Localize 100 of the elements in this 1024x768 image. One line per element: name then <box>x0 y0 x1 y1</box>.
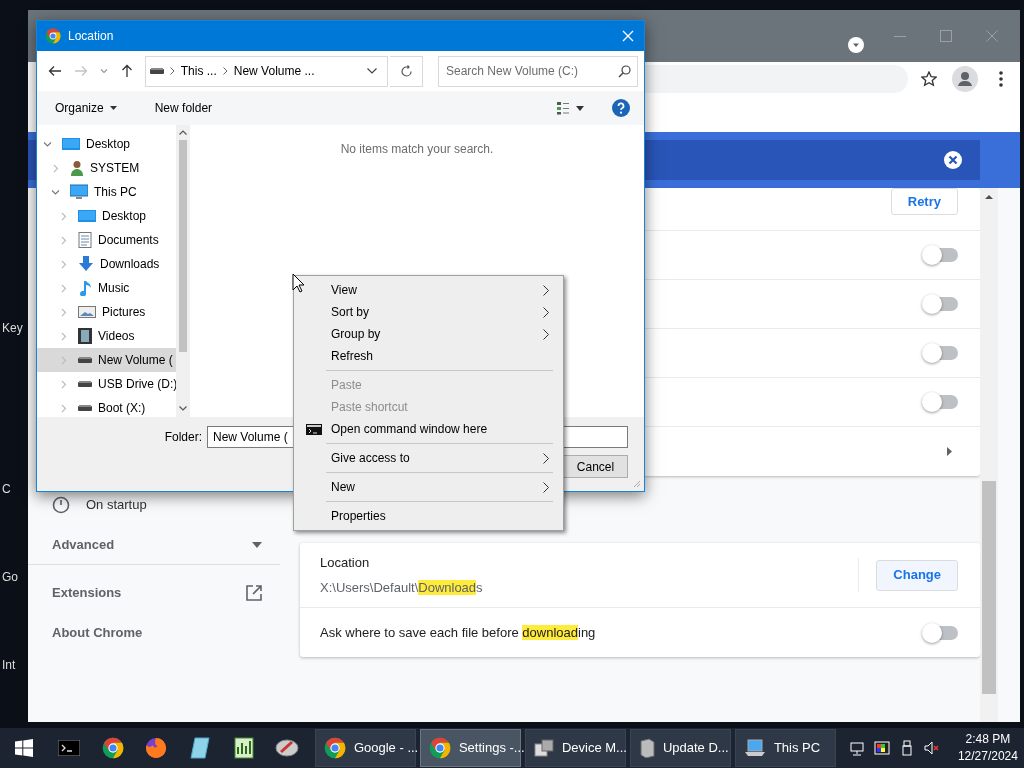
search-icon <box>618 64 631 78</box>
organize-menu-button[interactable]: Organize <box>47 96 125 120</box>
computer-device-icon <box>533 738 554 758</box>
tree-item[interactable]: Music <box>37 276 176 300</box>
disc-tool-icon <box>275 738 300 758</box>
chevron-right-icon <box>222 67 228 75</box>
profile-button[interactable] <box>950 64 980 94</box>
close-icon <box>944 151 962 169</box>
toggle-switch[interactable] <box>924 346 958 360</box>
search-field[interactable]: Search New Volume (C:) <box>438 55 638 87</box>
retry-button[interactable]: Retry <box>890 188 958 215</box>
desktop-icon <box>78 209 96 223</box>
breadcrumb[interactable]: This ... <box>180 62 217 80</box>
arrow-right-icon[interactable] <box>947 447 952 456</box>
fox-globe-icon <box>145 737 168 759</box>
sidebar-item-label: Extensions <box>52 584 122 603</box>
sidebar-item[interactable]: On startup <box>28 485 280 525</box>
sidebar-item[interactable]: Extensions <box>28 573 280 613</box>
menu-item[interactable]: Give access to <box>296 447 561 469</box>
taskbar-window-button[interactable]: Update D... <box>629 729 731 767</box>
tree-item[interactable]: Downloads <box>37 252 176 276</box>
chart-document-icon <box>233 737 254 759</box>
color-display-icon <box>874 740 891 756</box>
taskbar-window-button[interactable]: Device M... <box>524 729 626 767</box>
menu-item[interactable]: Group by <box>296 323 561 345</box>
avatar-icon <box>952 66 978 92</box>
desktop-icon-label: Key <box>2 321 23 335</box>
drive-icon <box>78 404 92 412</box>
refresh-icon <box>399 64 413 78</box>
drive-icon <box>78 380 92 388</box>
tree-item[interactable]: Desktop <box>37 204 176 228</box>
film-strip-icon <box>78 328 92 344</box>
chrome-icon <box>45 28 61 44</box>
resize-grip-icon <box>633 480 641 488</box>
taskbar-window-button[interactable]: This PC <box>734 729 836 767</box>
address-bar[interactable]: This ... New Volume ... <box>144 55 389 87</box>
user-icon <box>70 160 84 176</box>
scroll-up-icon <box>985 194 993 200</box>
tree-item[interactable]: SYSTEM <box>37 156 176 180</box>
chrome-icon <box>101 737 124 759</box>
cancel-button[interactable]: Cancel <box>563 455 628 478</box>
help-icon <box>612 99 630 117</box>
music-note-icon <box>78 280 92 296</box>
tree-item[interactable]: Documents <box>37 228 176 252</box>
muted-speaker-icon <box>924 740 941 756</box>
toggle-switch[interactable] <box>924 395 958 409</box>
glass-panel-icon <box>190 737 210 759</box>
kebab-menu-icon <box>999 71 1003 87</box>
menu-item[interactable]: Sort by <box>296 301 561 323</box>
laptop-icon <box>743 739 766 757</box>
close-icon <box>622 30 634 42</box>
menu-item[interactable]: Open command window here <box>296 418 561 440</box>
power-icon <box>52 496 70 514</box>
scroll-up-icon <box>179 130 187 135</box>
forward-arrow-icon <box>72 63 89 79</box>
monitor-icon <box>70 184 88 200</box>
toggle-switch[interactable] <box>924 625 958 640</box>
breadcrumb[interactable]: New Volume ... <box>233 62 315 80</box>
toggle-switch[interactable] <box>924 297 958 311</box>
clock-date: 12/27/2024 <box>957 748 1018 765</box>
scrollbar[interactable] <box>980 188 998 722</box>
dropdown-icon[interactable] <box>367 68 378 74</box>
tree-item[interactable]: Videos <box>37 324 176 348</box>
back-arrow-icon <box>46 63 63 79</box>
sidebar-item[interactable]: About Chrome <box>28 613 280 653</box>
chrome-icon <box>323 737 346 759</box>
network-icon <box>849 740 866 756</box>
tree-item[interactable]: Desktop <box>37 132 176 156</box>
cursor-icon <box>292 273 305 293</box>
clock[interactable]: 2:48 PM 12/27/2024 <box>951 731 1024 765</box>
star-icon <box>921 71 937 87</box>
tree-item[interactable]: Pictures <box>37 300 176 324</box>
desktop-icon-label: C <box>2 482 11 496</box>
new-folder-button[interactable]: New folder <box>146 96 221 120</box>
setting-label: Location <box>320 553 371 572</box>
sidebar-item-label: On startup <box>86 496 147 515</box>
toggle-switch[interactable] <box>924 248 958 262</box>
tree-item[interactable]: New Volume ( <box>37 348 176 372</box>
download-arrow-icon <box>78 256 94 272</box>
refresh-button[interactable] <box>390 55 423 87</box>
sidebar-item-label: Advanced <box>52 535 115 554</box>
maximize-icon <box>940 30 952 42</box>
caret-icon <box>576 105 584 111</box>
tab-search-icon[interactable] <box>848 37 864 53</box>
clock-time: 2:48 PM <box>964 731 1012 748</box>
scroll-down-icon <box>179 406 187 411</box>
change-button[interactable]: Change <box>876 559 958 591</box>
setting-label: Ask where to save each file before downloading <box>320 623 596 642</box>
minimize-icon <box>894 35 906 37</box>
menu-item[interactable]: Properties <box>296 505 561 527</box>
document-icon <box>78 232 92 248</box>
scrollbar[interactable] <box>176 125 190 417</box>
drive-icon <box>78 356 92 364</box>
menu-item[interactable]: New <box>296 476 561 498</box>
server-box-icon <box>638 738 655 758</box>
menu-item[interactable]: Refresh <box>296 345 561 367</box>
tree-item[interactable]: This PC <box>37 180 176 204</box>
tree-item[interactable]: USB Drive (D:) <box>37 372 176 396</box>
desktop-icon <box>62 137 80 151</box>
taskbar-window-button[interactable]: Google - ... <box>314 729 416 767</box>
